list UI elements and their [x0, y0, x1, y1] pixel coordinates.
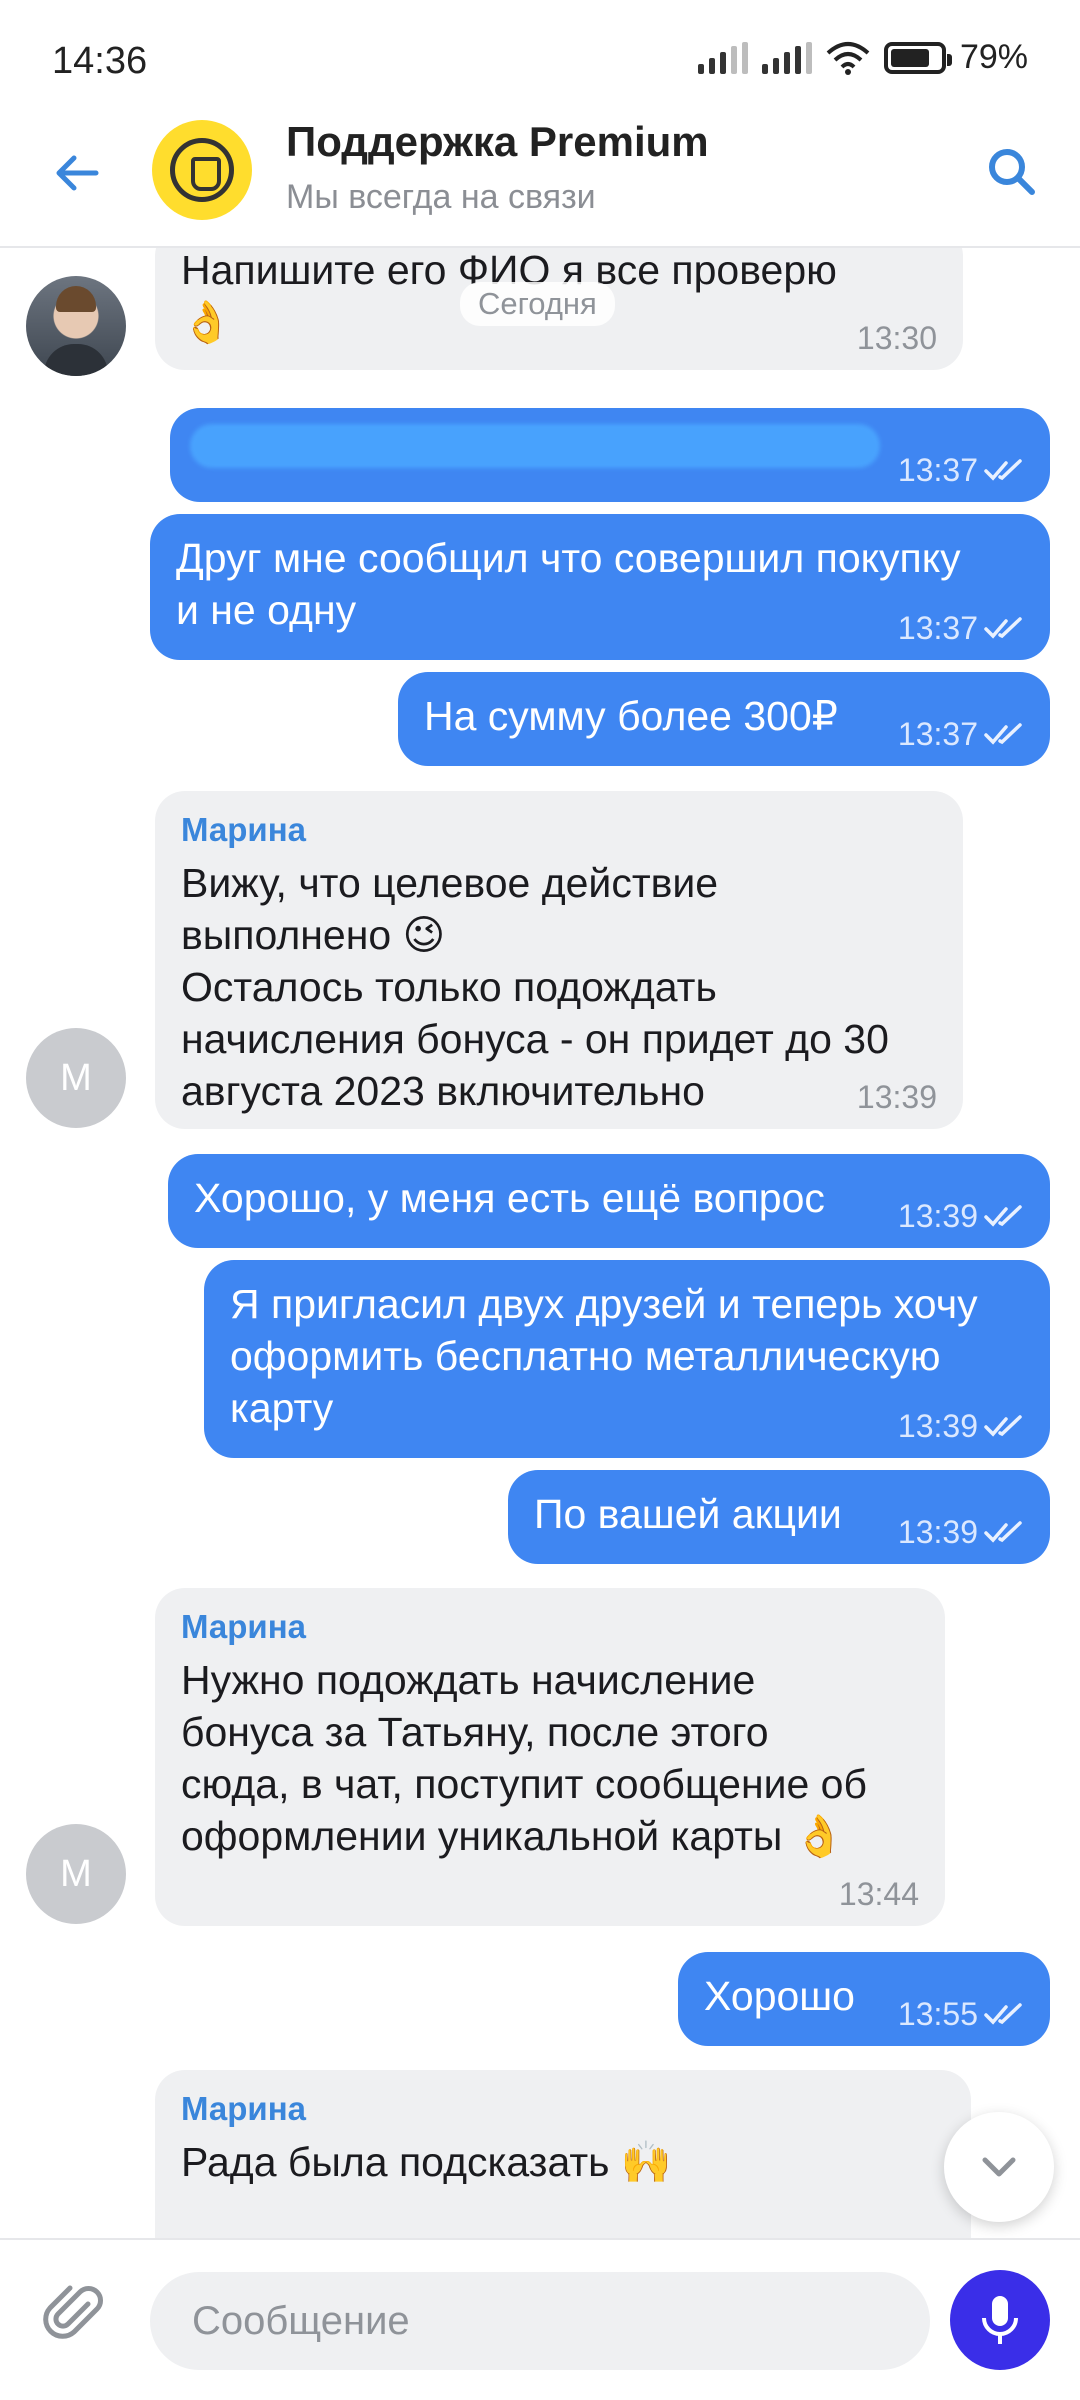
- incoming-message[interactable]: Марина Нужно подождать начисление бонуса…: [155, 1588, 945, 1926]
- user-avatar[interactable]: [26, 276, 126, 376]
- signal-icon: [697, 41, 748, 74]
- chat-subtitle: Мы всегда на связи: [286, 178, 596, 216]
- message-time: 13:30: [856, 320, 937, 356]
- voice-message-button[interactable]: [950, 2270, 1050, 2370]
- message-time: 13:37: [898, 716, 1024, 752]
- chat-title[interactable]: Поддержка Premium: [286, 118, 709, 166]
- microphone-icon: [982, 2296, 1018, 2344]
- sender-name: Марина: [181, 2090, 306, 2127]
- message-text: Вижу, что целевое действие выполнено 😉 О…: [181, 860, 889, 1114]
- outgoing-message[interactable]: Хорошо, у меня есть ещё вопрос 13:39: [168, 1154, 1050, 1248]
- redacted-text: [190, 424, 880, 468]
- outgoing-message[interactable]: Я пригласил двух друзей и теперь хочу оф…: [204, 1260, 1050, 1458]
- double-check-icon: [984, 1205, 1022, 1227]
- wifi-icon: [826, 41, 870, 75]
- incoming-message[interactable]: Марина Вижу, что целевое действие выполн…: [155, 791, 963, 1129]
- battery-percent: 79%: [959, 38, 1028, 76]
- sender-avatar[interactable]: М: [26, 1824, 126, 1924]
- message-time: 13:37: [898, 610, 1024, 646]
- chevron-down-icon: [982, 2157, 1016, 2177]
- message-text: Рада была подсказать 🙌: [181, 2139, 672, 2185]
- message-time: 13:39: [856, 1079, 937, 1115]
- double-check-icon: [984, 1415, 1022, 1437]
- double-check-icon: [984, 723, 1022, 745]
- chat-avatar-logo[interactable]: [152, 120, 252, 220]
- date-divider: Сегодня: [460, 282, 615, 326]
- double-check-icon: [984, 1521, 1022, 1543]
- message-text: Нужно подождать начисление бонуса за Тат…: [181, 1657, 867, 1859]
- message-time: 13:39: [898, 1198, 1024, 1234]
- scroll-to-bottom-button[interactable]: [944, 2112, 1054, 2222]
- message-time: 13:37: [898, 452, 1024, 488]
- status-bar: 14:36 79%: [0, 0, 1080, 110]
- message-composer: [0, 2238, 1080, 2400]
- sender-name: Марина: [181, 811, 306, 848]
- sender-avatar[interactable]: М: [26, 1028, 126, 1128]
- message-time: 13:44: [838, 1876, 919, 1912]
- outgoing-message-redacted[interactable]: 13:37: [170, 408, 1050, 502]
- battery-icon: [883, 41, 952, 74]
- message-time: 13:55: [898, 1996, 1024, 2032]
- incoming-message[interactable]: Марина Рада была подсказать 🙌: [155, 2070, 971, 2238]
- double-check-icon: [984, 2003, 1022, 2025]
- message-text: Друг мне сообщил что совершил покупку и …: [176, 535, 961, 633]
- outgoing-message[interactable]: Друг мне сообщил что совершил покупку и …: [150, 514, 1050, 660]
- status-icons: 79%: [697, 38, 1028, 77]
- bank-emblem-icon: [170, 138, 234, 202]
- outgoing-message[interactable]: На сумму более 300₽ 13:37: [398, 672, 1050, 766]
- outgoing-message[interactable]: Хорошо 13:55: [678, 1952, 1050, 2046]
- paperclip-icon[interactable]: [42, 2280, 112, 2350]
- double-check-icon: [984, 459, 1022, 481]
- status-time: 14:36: [52, 40, 148, 82]
- search-icon[interactable]: [982, 142, 1042, 202]
- message-feed[interactable]: Напишите его ФИО я все проверю 👌 13:30 С…: [0, 248, 1080, 2238]
- signal-icon-2: [761, 41, 812, 74]
- message-input[interactable]: [150, 2272, 930, 2370]
- outgoing-message[interactable]: По вашей акции 13:39: [508, 1470, 1050, 1564]
- double-check-icon: [984, 617, 1022, 639]
- message-time: 13:39: [898, 1408, 1024, 1444]
- back-arrow-icon[interactable]: [46, 142, 108, 204]
- message-time: 13:39: [898, 1514, 1024, 1550]
- sender-name: Марина: [181, 1608, 306, 1645]
- chat-header: Поддержка Premium Мы всегда на связи: [0, 110, 1080, 248]
